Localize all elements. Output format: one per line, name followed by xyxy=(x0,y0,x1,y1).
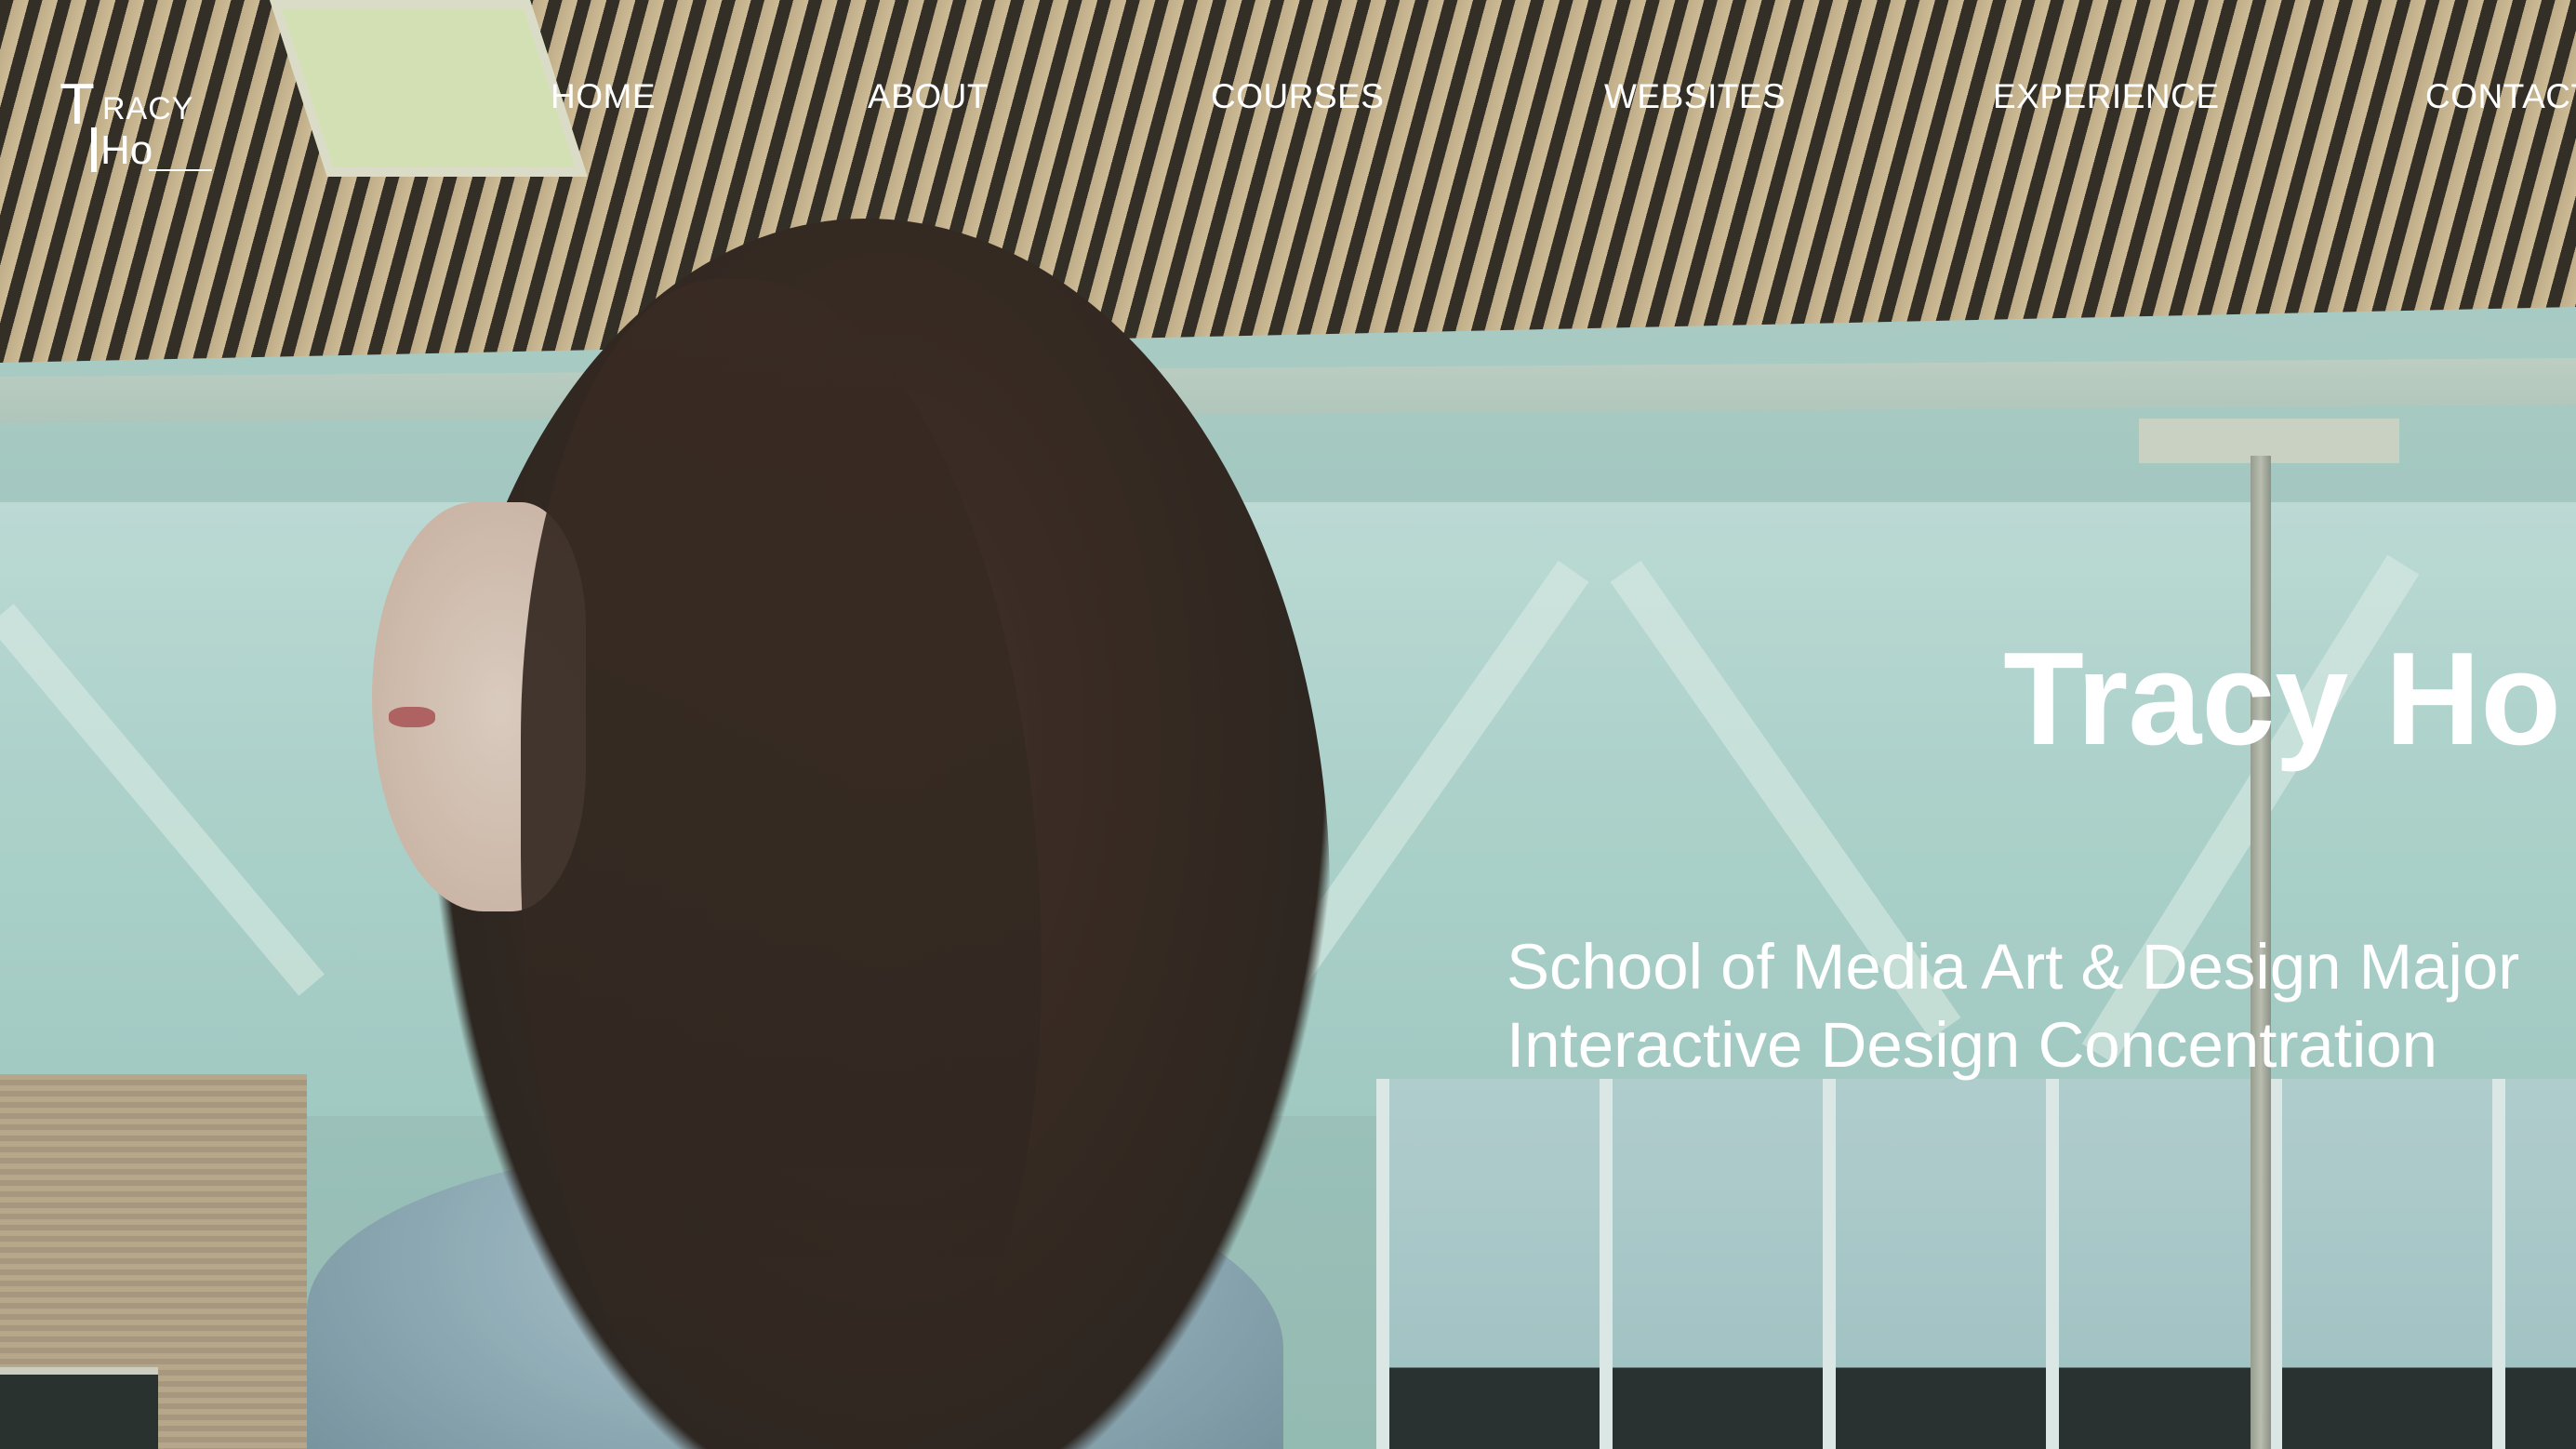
logo-underline xyxy=(149,169,212,171)
hero-name: Tracy Ho xyxy=(2003,625,2561,773)
logo-bar xyxy=(91,127,97,172)
nav-experience[interactable]: EXPERIENCE xyxy=(1993,76,2220,117)
page: T RACY Ho HOME ABOUT COURSES WEBSITES EX… xyxy=(0,0,2576,1449)
nav-contact[interactable]: CONTACT xyxy=(2425,76,2576,117)
hero-subtitle-line1: School of Media Art & Design Major xyxy=(1507,931,2520,1003)
site-logo[interactable]: T RACY Ho xyxy=(60,76,214,179)
hero-subtitle-line2: Interactive Design Concentration xyxy=(1507,1009,2438,1081)
nav-home[interactable]: HOME xyxy=(551,76,656,117)
nav-courses[interactable]: COURSES xyxy=(1211,76,1384,117)
nav-about[interactable]: ABOUT xyxy=(868,76,989,117)
logo-letter-t: T xyxy=(60,73,95,137)
logo-racy: RACY xyxy=(102,91,194,126)
hero-subtitle: School of Media Art & Design Major Inter… xyxy=(1507,928,2519,1084)
nav-websites[interactable]: WEBSITES xyxy=(1604,76,1786,117)
logo-ho: Ho xyxy=(100,127,153,173)
